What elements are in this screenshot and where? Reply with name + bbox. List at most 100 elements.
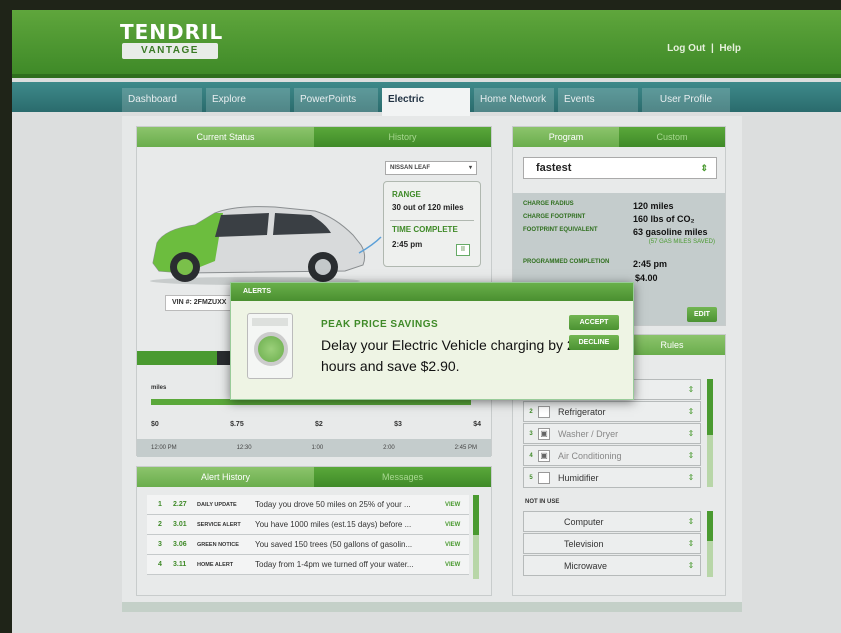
tab-custom[interactable]: Custom [619, 127, 725, 147]
alert-type: HOME ALERT [197, 561, 234, 568]
charge-footprint-label: CHARGE FOOTPRINT [523, 214, 586, 220]
alert-date: 3.01 [173, 521, 187, 528]
updown-icon[interactable]: ⇕ [682, 517, 700, 526]
nav-electric-vehicle[interactable]: Electric Vechicle [382, 88, 470, 129]
updown-icon[interactable]: ⇕ [682, 539, 700, 548]
alert-text: You saved 150 trees (50 gallons of gasol… [255, 540, 413, 549]
time-tick: 12:30 [236, 445, 252, 451]
checkbox[interactable] [538, 471, 550, 484]
nav-events[interactable]: Events [558, 88, 638, 112]
view-link[interactable]: VIEW [445, 522, 469, 528]
alert-text: Today from 1-4pm we turned off your wate… [255, 560, 414, 569]
tab-alert-history[interactable]: Alert History [137, 467, 314, 487]
not-in-use-scrollbar[interactable] [707, 511, 713, 577]
lock-icon[interactable]: ▣ [538, 449, 550, 462]
alert-num: 2 [158, 521, 162, 528]
timeline-ylabel: miles [151, 385, 167, 391]
alert-scrollbar[interactable] [473, 495, 479, 579]
nav-user-profile[interactable]: User Profile [642, 88, 730, 112]
updown-icon[interactable]: ⇕ [682, 561, 700, 570]
updown-icon[interactable]: ⇕ [682, 473, 700, 482]
device-row[interactable]: 3 ▣ Washer / Dryer ⇕ [523, 423, 701, 444]
chevron-down-icon: ▾ [468, 165, 472, 171]
view-link[interactable]: VIEW [445, 562, 469, 568]
rules-scrollbar[interactable] [707, 379, 713, 487]
device-row[interactable]: Microwave ⇕ [523, 555, 701, 576]
completion-value: 2:45 pm [633, 259, 668, 269]
alert-text: You have 1000 miles (est.15 days) before… [255, 520, 412, 529]
pause-icon[interactable]: II [456, 244, 470, 256]
updown-icon[interactable]: ⇕ [682, 429, 700, 438]
alert-modal: ALERTS PEAK PRICE SAVINGS Delay your Ele… [230, 282, 634, 400]
edit-button[interactable]: EDIT [687, 307, 717, 322]
alert-date: 3.11 [173, 561, 187, 568]
price-tick: $.75 [230, 421, 244, 428]
alert-type: SERVICE ALERT [197, 521, 241, 528]
alert-row[interactable]: 3 3.06 GREEN NOTICE You saved 150 trees … [147, 535, 469, 555]
tab-rules[interactable]: Rules [619, 335, 725, 355]
nav-explore[interactable]: Explore [206, 88, 290, 112]
tab-messages[interactable]: Messages [314, 467, 491, 487]
brand-logo: TENDRIL [120, 20, 224, 44]
range-value: 30 out of 120 miles [392, 203, 464, 212]
link-separator: | [710, 43, 714, 54]
tab-current-status[interactable]: Current Status [137, 127, 314, 147]
charge-radius-label: CHARGE RADIUS [523, 201, 574, 207]
vehicle-select[interactable]: NISSAN LEAF ▾ [385, 161, 477, 175]
updown-icon[interactable]: ⇕ [682, 407, 700, 416]
view-link[interactable]: VIEW [445, 542, 469, 548]
alert-list: 1 2.27 DAILY UPDATE Today you drove 50 m… [147, 495, 469, 575]
price-tick: $4 [473, 421, 481, 428]
footprint-equivalent-label: FOOTPRINT EQUIVALENT [523, 227, 598, 233]
tab-history[interactable]: History [314, 127, 491, 147]
alert-row[interactable]: 4 3.11 HOME ALERT Today from 1-4pm we tu… [147, 555, 469, 575]
decline-button[interactable]: DECLINE [569, 335, 619, 350]
vehicle-select-value: NISSAN LEAF [390, 165, 431, 171]
nav-powerpoints[interactable]: PowerPoints [294, 88, 378, 112]
product-name: VANTAGE [122, 43, 218, 59]
program-select[interactable]: fastest ⇕ [523, 157, 717, 179]
modal-header: ALERTS [231, 283, 633, 301]
alert-row[interactable]: 1 2.27 DAILY UPDATE Today you drove 50 m… [147, 495, 469, 515]
alert-title: PEAK PRICE SAVINGS [321, 319, 439, 330]
device-row[interactable]: 5 Humidifier ⇕ [523, 467, 701, 488]
updown-icon[interactable]: ⇕ [682, 385, 700, 394]
tab-program[interactable]: Program [513, 127, 619, 147]
device-row[interactable]: Television ⇕ [523, 533, 701, 554]
charge-footprint-value: 160 lbs of CO₂ [633, 214, 695, 224]
alert-num: 3 [158, 541, 162, 548]
view-link[interactable]: VIEW [445, 502, 469, 508]
logout-link[interactable]: Log Out [667, 43, 705, 54]
nav-dashboard[interactable]: Dashboard [122, 88, 202, 112]
alert-type: GREEN NOTICE [197, 541, 239, 548]
timeline-times: 12:00 PM 12:30 1:00 2:00 2:45 PM [137, 439, 491, 457]
car-image [150, 206, 382, 285]
alert-type: DAILY UPDATE [197, 501, 237, 508]
time-complete-label: TIME COMPLETE [392, 225, 458, 234]
time-tick: 2:00 [383, 445, 395, 451]
washer-icon [247, 313, 293, 379]
account-links: Log Out | Help [667, 43, 741, 54]
vin-number: VIN #: 2FMZUXX [165, 295, 234, 311]
device-row[interactable]: 2 Refrigerator ⇕ [523, 401, 701, 422]
footprint-equivalent-value: 63 gasoline miles [633, 227, 708, 237]
alert-history-panel: Alert History Messages 1 2.27 DAILY UPDA… [136, 466, 492, 596]
device-row[interactable]: 4 ▣ Air Conditioning ⇕ [523, 445, 701, 466]
price-tick: $2 [315, 421, 323, 428]
main-nav: Dashboard Explore PowerPoints Electric V… [122, 88, 730, 129]
alert-date: 2.27 [173, 501, 187, 508]
alert-row[interactable]: 2 3.01 SERVICE ALERT You have 1000 miles… [147, 515, 469, 535]
checkbox[interactable] [538, 405, 550, 418]
alert-date: 3.06 [173, 541, 187, 548]
lock-icon[interactable]: ▣ [538, 427, 550, 440]
program-select-value: fastest [536, 162, 572, 174]
timeline-bar-green [137, 351, 217, 365]
alert-text: Today you drove 50 miles on 25% of your … [255, 500, 411, 509]
accept-button[interactable]: ACCEPT [569, 315, 619, 330]
time-tick: 1:00 [311, 445, 324, 451]
footer-bar [122, 602, 742, 612]
nav-home-network[interactable]: Home Network [474, 88, 554, 112]
device-row[interactable]: Computer ⇕ [523, 511, 701, 532]
help-link[interactable]: Help [719, 43, 741, 54]
updown-icon[interactable]: ⇕ [682, 451, 700, 460]
